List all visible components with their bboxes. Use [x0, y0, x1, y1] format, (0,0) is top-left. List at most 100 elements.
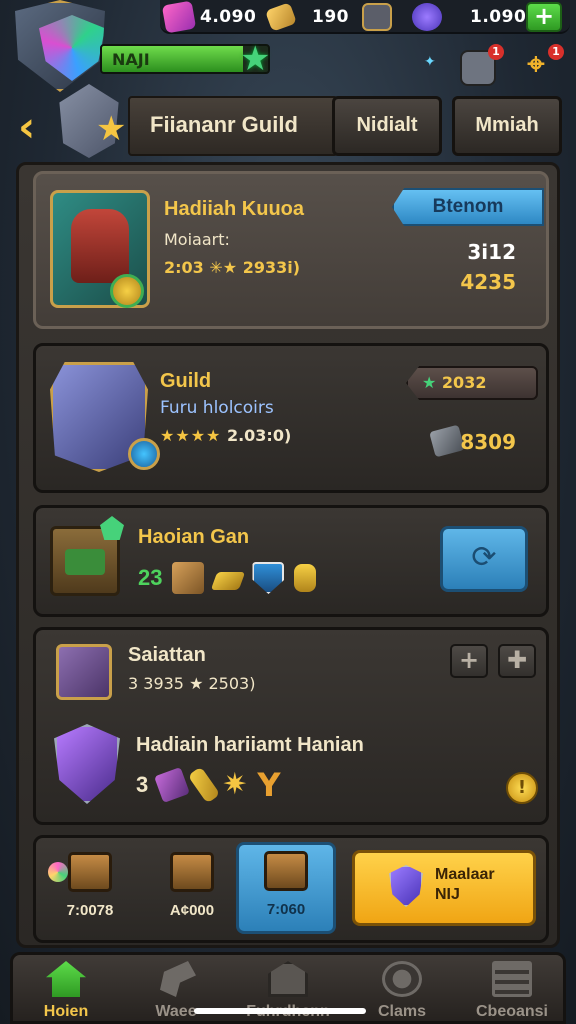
guild-list-panel: Hadiiah Kuuoa Moiaart: 2:03 ✳★ 2933i) Bt… — [16, 162, 560, 948]
chest-icon — [170, 852, 214, 892]
pink-gem-icon — [161, 0, 197, 34]
card-title: Hadiiah Kuuoa — [164, 198, 305, 220]
guild-crest-icon[interactable] — [15, 0, 105, 92]
card-title: Saiattan — [128, 644, 206, 666]
purple-gem-icon — [154, 767, 191, 803]
clan-emblem-icon — [382, 961, 422, 997]
add-currency-button[interactable]: + — [526, 2, 562, 32]
slot-label: A¢000 — [169, 902, 215, 919]
notification-badge: 1 — [488, 44, 504, 60]
nav-home[interactable]: Hoien — [13, 961, 119, 1023]
materials-row: 3 ✷ Y — [136, 766, 281, 804]
page-title: Fiiananr Guild — [150, 112, 298, 137]
card-value: 8309 — [460, 430, 516, 454]
home-indicator[interactable] — [194, 1008, 366, 1014]
card-subtitle: Furu hlolcoirs — [160, 398, 274, 418]
card-meta: ★★★★ 2.03:0) — [160, 426, 291, 445]
list-card[interactable]: Haoian Gan 23 ⟳ — [33, 505, 549, 617]
home-icon — [46, 961, 86, 997]
materials-row: 23 — [138, 562, 317, 594]
slingshot-icon: Y — [257, 766, 281, 804]
list-icon — [492, 961, 532, 997]
xp-label: NAJI — [112, 50, 150, 69]
gold-ingot-icon — [294, 564, 317, 592]
gold-star-icon: ★ — [96, 109, 127, 149]
wood-icon — [172, 562, 205, 594]
slot-label: 7:060 — [266, 901, 306, 918]
blue-orb-icon — [128, 438, 160, 470]
refresh-button[interactable]: ⟳ — [440, 526, 528, 592]
coin-button-icon[interactable]: ! — [506, 772, 538, 804]
card-subtitle: Hadiain hariiamt Hanian — [136, 734, 364, 756]
claim-button-label: Maalaar NIJ — [435, 865, 495, 905]
status-tag[interactable]: Btenom — [392, 188, 544, 226]
header-tab-button[interactable]: Nidialt — [332, 96, 442, 156]
resource-value: 1.090 — [470, 7, 527, 27]
resource-shield-token — [362, 2, 398, 32]
card-meta: 2:03 ✳★ 2933i) — [164, 258, 301, 277]
shield-token-icon — [362, 3, 392, 31]
resource-gold-ingot: 190 — [265, 2, 349, 32]
slot-label: 7:0078 — [66, 902, 114, 919]
card-title: Haoian Gan — [138, 526, 250, 548]
card-value-bottom: 4235 — [460, 270, 516, 294]
crest-gem-icon — [39, 15, 105, 81]
purple-shield-icon — [389, 865, 423, 907]
header-tab-button[interactable]: Mmiah — [452, 96, 562, 156]
list-card[interactable]: Saiattan 3 3935 ★ 2503) + ✚ Hadiain hari… — [33, 627, 549, 825]
gold-tool-icon — [187, 766, 221, 804]
gold-bar-icon — [211, 572, 246, 590]
purple-orb-icon — [412, 3, 442, 31]
green-star-icon: ★ — [422, 373, 437, 392]
leaf-badge-icon — [100, 516, 124, 540]
blue-shield-icon — [252, 562, 285, 594]
purple-box-icon — [56, 644, 112, 700]
resource-pink-gem: 4.090 — [161, 0, 257, 34]
resource-value: 4.090 — [200, 7, 257, 27]
reward-slots-card: 7:0078 A¢000 7:060 Maalaar NIJ — [33, 835, 549, 943]
card-subtitle: Moiaart: — [164, 230, 230, 249]
title-plate: Fiiananr Guild — [128, 96, 338, 156]
rating-stars: ★★★★ — [160, 426, 222, 445]
war-horn-icon — [160, 961, 196, 997]
gold-ingot-icon — [265, 2, 297, 32]
gold-star-icon: ✷ — [222, 767, 248, 802]
nav-label: Cbeoansi — [475, 1003, 548, 1020]
chest-icon — [68, 852, 112, 892]
notification-badge: 1 — [548, 44, 564, 60]
house-icon — [268, 961, 308, 997]
upgrade-button[interactable]: ✚ — [498, 644, 536, 678]
card-meta-text: 2.03:0) — [226, 426, 292, 445]
card-meta: 3 3935 ★ 2503) — [128, 674, 256, 693]
reward-tag: ★ 2032 2524 — [406, 366, 538, 400]
coin-icon — [110, 274, 144, 308]
reward-value: 2032 — [441, 373, 487, 392]
xp-star-icon: ★ — [240, 39, 271, 79]
resource-purple-orb: 1.090 — [412, 2, 526, 32]
purple-shield-icon — [54, 724, 120, 804]
list-card[interactable]: Guild Furu hlolcoirs ★★★★ 2.03:0) ★ 2032… — [33, 343, 549, 493]
resource-value: 190 — [312, 7, 349, 27]
reward-slot[interactable]: A¢000 — [144, 846, 240, 934]
reward-slot-selected[interactable]: 7:060 — [236, 842, 336, 934]
list-card[interactable]: Hadiiah Kuuoa Moiaart: 2:03 ✳★ 2933i) Bt… — [33, 171, 549, 329]
nav-label: Hoien — [43, 1003, 89, 1020]
material-count: 3 — [136, 772, 149, 797]
nav-clans[interactable]: Clams — [349, 961, 455, 1023]
sparkle-gem-icon — [48, 862, 68, 882]
top-bar: 4.090 190 1.090 + NAJI ★ ✦ 1 ⌖ 1 — [0, 0, 576, 96]
material-count: 23 — [138, 565, 163, 590]
nav-list[interactable]: Cbeoansi — [459, 961, 565, 1023]
header-row: ‹ ★ Fiiananr Guild Nidialt Mmiah — [10, 84, 566, 158]
claim-button[interactable]: Maalaar NIJ — [352, 850, 536, 926]
card-title: Guild — [160, 370, 212, 392]
card-value-top: 3i12 — [467, 240, 516, 264]
add-button[interactable]: + — [450, 644, 488, 678]
reward-slot[interactable]: 7:0078 — [42, 846, 138, 934]
claim-line-2: NIJ — [435, 886, 460, 903]
chest-icon — [264, 851, 308, 891]
reward-value-2: 2524 — [432, 403, 477, 422]
sparkle-icon: ✦ — [424, 54, 436, 70]
claim-line-1: Maalaar — [435, 866, 495, 883]
back-arrow-icon[interactable]: ‹ — [18, 106, 58, 150]
